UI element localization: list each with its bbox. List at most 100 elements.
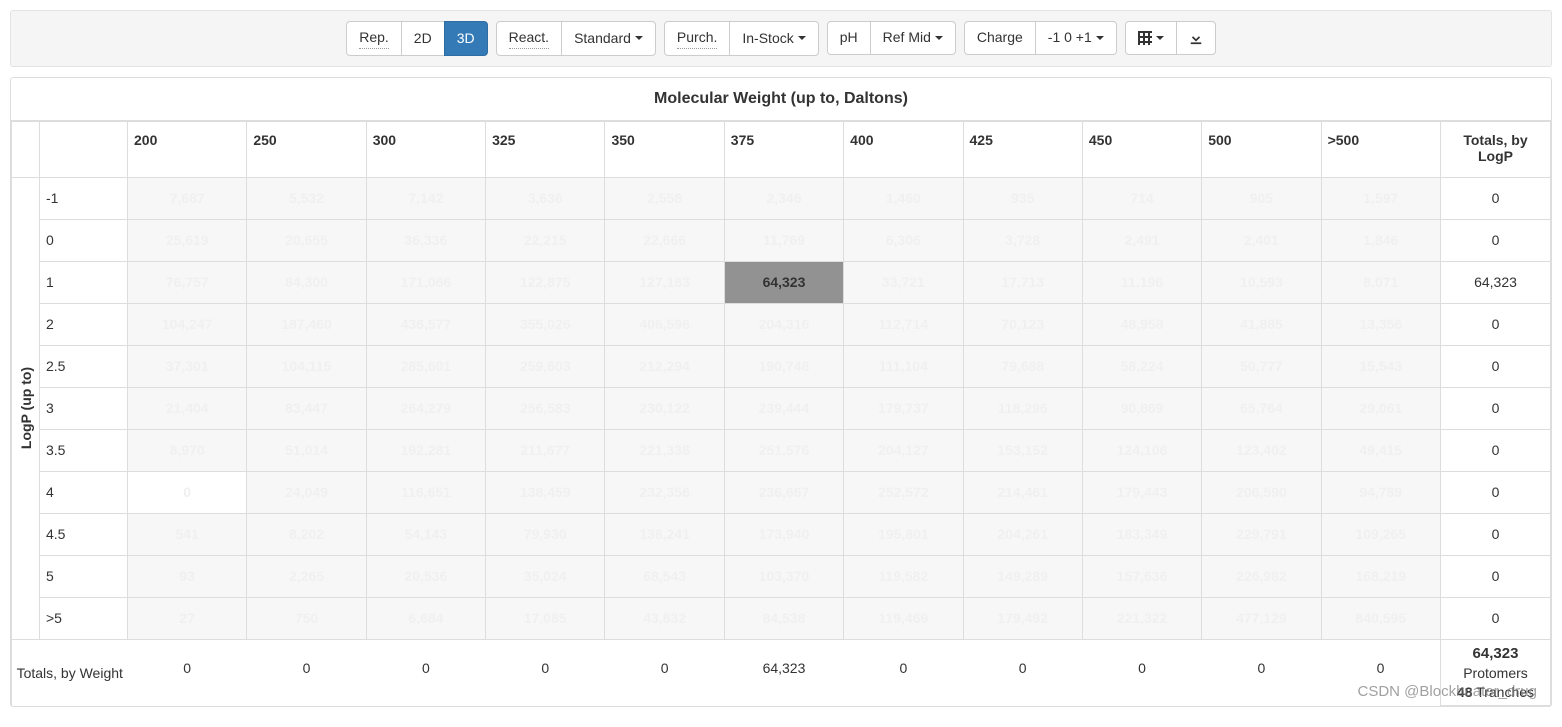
- tranche-cell[interactable]: 76,757: [128, 261, 247, 303]
- tranche-cell[interactable]: 49,415: [1321, 429, 1440, 471]
- ph-button[interactable]: pH: [827, 21, 871, 55]
- tranche-cell[interactable]: 112,714: [844, 303, 963, 345]
- refmid-dropdown[interactable]: Ref Mid: [870, 21, 956, 55]
- tranche-cell[interactable]: 190,748: [724, 345, 843, 387]
- tranche-cell[interactable]: 6,684: [366, 597, 485, 639]
- tranche-cell[interactable]: 211,677: [486, 429, 605, 471]
- tranche-cell[interactable]: 25,619: [128, 219, 247, 261]
- tranche-cell[interactable]: 119,582: [844, 555, 963, 597]
- tranche-cell[interactable]: 41,885: [1202, 303, 1321, 345]
- tranche-cell[interactable]: 750: [247, 597, 366, 639]
- logp-row-header[interactable]: 0: [40, 219, 128, 261]
- tranche-cell[interactable]: 204,261: [963, 513, 1082, 555]
- tranche-cell[interactable]: 2,265: [247, 555, 366, 597]
- tranche-cell[interactable]: 230,122: [605, 387, 724, 429]
- view-2d-button[interactable]: 2D: [401, 21, 445, 56]
- tranche-cell[interactable]: 173,940: [724, 513, 843, 555]
- tranche-cell[interactable]: 0: [128, 471, 247, 513]
- tranche-cell[interactable]: 35,024: [486, 555, 605, 597]
- tranche-cell[interactable]: 29,061: [1321, 387, 1440, 429]
- tranche-cell[interactable]: 104,247: [128, 303, 247, 345]
- mw-column-header[interactable]: 375: [724, 121, 843, 177]
- tranche-cell[interactable]: 204,127: [844, 429, 963, 471]
- tranche-cell[interactable]: 285,601: [366, 345, 485, 387]
- tranche-cell[interactable]: 179,737: [844, 387, 963, 429]
- tranche-cell[interactable]: 183,349: [1082, 513, 1201, 555]
- tranche-cell[interactable]: 22,215: [486, 219, 605, 261]
- tranche-cell[interactable]: 79,930: [486, 513, 605, 555]
- tranche-cell[interactable]: 256,583: [486, 387, 605, 429]
- view-3d-button[interactable]: 3D: [444, 21, 488, 56]
- instock-dropdown[interactable]: In-Stock: [729, 21, 818, 56]
- logp-row-header[interactable]: 4.5: [40, 513, 128, 555]
- tranche-cell[interactable]: 21,404: [128, 387, 247, 429]
- mw-column-header[interactable]: 300: [366, 121, 485, 177]
- react-button[interactable]: React.: [496, 21, 562, 56]
- tranche-cell[interactable]: 27: [128, 597, 247, 639]
- tranche-cell[interactable]: 11,769: [724, 219, 843, 261]
- tranche-cell[interactable]: 109,265: [1321, 513, 1440, 555]
- tranche-cell[interactable]: 119,469: [844, 597, 963, 639]
- tranche-cell[interactable]: 84,538: [724, 597, 843, 639]
- tranche-cell[interactable]: 149,289: [963, 555, 1082, 597]
- tranche-cell[interactable]: 7,142: [366, 177, 485, 219]
- purch-button[interactable]: Purch.: [664, 21, 730, 56]
- tranche-cell[interactable]: 153,152: [963, 429, 1082, 471]
- tranche-cell[interactable]: 195,801: [844, 513, 963, 555]
- mw-column-header[interactable]: 200: [128, 121, 247, 177]
- tranche-cell[interactable]: 232,356: [605, 471, 724, 513]
- tranche-cell[interactable]: 127,183: [605, 261, 724, 303]
- tranche-cell[interactable]: 3,636: [486, 177, 605, 219]
- tranche-cell[interactable]: 179,443: [1082, 471, 1201, 513]
- tranche-cell[interactable]: 1,597: [1321, 177, 1440, 219]
- tranche-cell[interactable]: 111,104: [844, 345, 963, 387]
- tranche-cell[interactable]: 171,066: [366, 261, 485, 303]
- tranche-cell[interactable]: 5,532: [247, 177, 366, 219]
- charge-values-dropdown[interactable]: -1 0 +1: [1035, 21, 1117, 55]
- logp-row-header[interactable]: 3.5: [40, 429, 128, 471]
- tranche-cell[interactable]: 251,576: [724, 429, 843, 471]
- tranche-cell[interactable]: 93: [128, 555, 247, 597]
- tranche-cell[interactable]: 2,558: [605, 177, 724, 219]
- tranche-cell[interactable]: 70,123: [963, 303, 1082, 345]
- tranche-cell[interactable]: 204,316: [724, 303, 843, 345]
- tranche-cell[interactable]: 214,461: [963, 471, 1082, 513]
- tranche-cell[interactable]: 15,543: [1321, 345, 1440, 387]
- tranche-cell[interactable]: 212,294: [605, 345, 724, 387]
- tranche-cell[interactable]: 239,444: [724, 387, 843, 429]
- tranche-cell[interactable]: 1,846: [1321, 219, 1440, 261]
- tranche-cell[interactable]: 24,049: [247, 471, 366, 513]
- tranche-cell[interactable]: 90,869: [1082, 387, 1201, 429]
- tranche-cell[interactable]: 355,026: [486, 303, 605, 345]
- tranche-cell[interactable]: 187,460: [247, 303, 366, 345]
- tranche-cell[interactable]: 116,651: [366, 471, 485, 513]
- rep-button[interactable]: Rep.: [346, 21, 402, 56]
- tranche-cell[interactable]: 8,970: [128, 429, 247, 471]
- logp-row-header[interactable]: >5: [40, 597, 128, 639]
- tranche-cell[interactable]: 2,491: [1082, 219, 1201, 261]
- mw-column-header[interactable]: >500: [1321, 121, 1440, 177]
- tranche-cell[interactable]: 138,241: [605, 513, 724, 555]
- tranche-cell[interactable]: 94,789: [1321, 471, 1440, 513]
- tranche-cell[interactable]: 1,460: [844, 177, 963, 219]
- tranche-cell[interactable]: 226,982: [1202, 555, 1321, 597]
- tranche-cell[interactable]: 935: [963, 177, 1082, 219]
- tranche-cell[interactable]: 122,875: [486, 261, 605, 303]
- tranche-cell[interactable]: 11,196: [1082, 261, 1201, 303]
- tranche-cell[interactable]: 3,728: [963, 219, 1082, 261]
- logp-row-header[interactable]: 2.5: [40, 345, 128, 387]
- tranche-cell[interactable]: 103,370: [724, 555, 843, 597]
- tranche-cell[interactable]: 17,085: [486, 597, 605, 639]
- logp-row-header[interactable]: 5: [40, 555, 128, 597]
- tranche-cell[interactable]: 68,543: [605, 555, 724, 597]
- tranche-cell[interactable]: 2,346: [724, 177, 843, 219]
- logp-row-header[interactable]: 2: [40, 303, 128, 345]
- tranche-cell[interactable]: 6,306: [844, 219, 963, 261]
- tranche-cell[interactable]: 118,296: [963, 387, 1082, 429]
- tranche-cell[interactable]: 138,459: [486, 471, 605, 513]
- mw-column-header[interactable]: 450: [1082, 121, 1201, 177]
- tranche-cell[interactable]: 17,713: [963, 261, 1082, 303]
- tranche-cell[interactable]: 37,301: [128, 345, 247, 387]
- grid-layout-dropdown[interactable]: [1125, 21, 1177, 55]
- tranche-cell[interactable]: 36,336: [366, 219, 485, 261]
